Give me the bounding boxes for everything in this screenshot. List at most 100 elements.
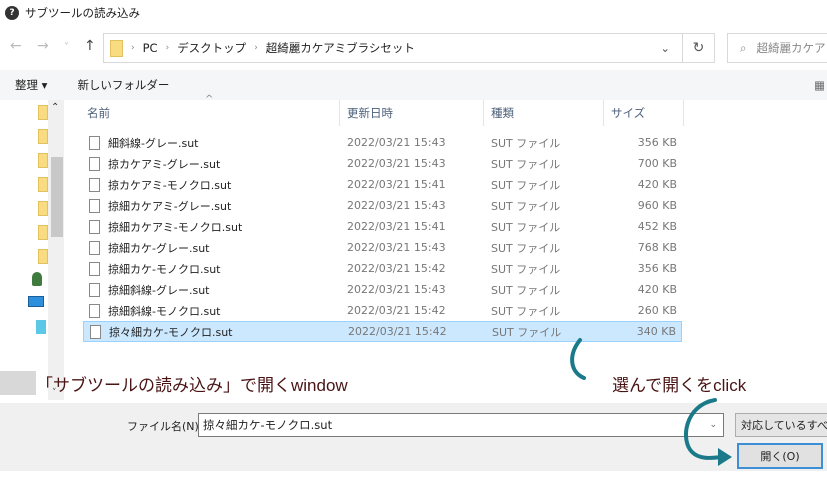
file-size: 960 KB — [637, 199, 677, 212]
search-placeholder: 超綺麗カケアミブラシセット — [756, 41, 827, 55]
file-row[interactable]: 掠細カケアミ-モノクロ.sut 2022/03/21 15:41 SUT ファイ… — [83, 216, 682, 237]
open-button[interactable]: 開く(O) — [737, 443, 823, 469]
file-type: SUT ファイル — [491, 199, 561, 213]
recent-locations-button[interactable]: ˅ — [64, 42, 69, 53]
title-bar: ? サブツールの読み込み — [0, 0, 827, 25]
column-name[interactable]: 名前 — [80, 100, 340, 126]
folder-icon[interactable] — [38, 201, 48, 216]
file-date: 2022/03/21 15:43 — [347, 157, 446, 170]
file-size: 356 KB — [637, 262, 677, 275]
file-icon — [89, 240, 100, 255]
organize-button[interactable]: 整理 ▾ — [15, 77, 47, 93]
file-name: 掠々細カケ-モノクロ.sut — [109, 325, 233, 339]
file-type: SUT ファイル — [492, 325, 562, 339]
file-row[interactable]: 掠々細カケ-モノクロ.sut 2022/03/21 15:42 SUT ファイル… — [83, 321, 682, 342]
toolbar: 整理 ▾ 新しいフォルダー ▦ — [0, 70, 827, 100]
3d-objects-icon[interactable] — [36, 320, 46, 334]
back-button[interactable]: ← — [10, 38, 22, 54]
file-date: 2022/03/21 15:41 — [347, 178, 446, 191]
annotation-highlight — [0, 371, 36, 395]
breadcrumb-folder[interactable]: 超綺麗カケアミブラシセット — [266, 40, 415, 56]
folder-icon[interactable] — [38, 225, 48, 240]
folder-icon[interactable] — [38, 249, 48, 264]
folder-icon[interactable] — [38, 129, 48, 144]
view-options-icon[interactable]: ▦ — [814, 78, 825, 92]
file-name: 掠細カケアミ-グレー.sut — [108, 199, 232, 213]
file-row[interactable]: 細斜線-グレー.sut 2022/03/21 15:43 SUT ファイル 35… — [83, 132, 682, 153]
file-type: SUT ファイル — [491, 220, 561, 234]
file-date: 2022/03/21 15:43 — [347, 136, 446, 149]
folder-icon[interactable] — [38, 105, 48, 120]
pc-icon[interactable] — [28, 296, 44, 307]
filetype-select[interactable]: 対応しているすべてのファイル — [735, 413, 827, 437]
file-row[interactable]: 掠細カケ-モノクロ.sut 2022/03/21 15:42 SUT ファイル … — [83, 258, 682, 279]
file-type: SUT ファイル — [491, 304, 561, 318]
file-date: 2022/03/21 15:43 — [347, 199, 446, 212]
file-type: SUT ファイル — [491, 178, 561, 192]
file-type: SUT ファイル — [491, 241, 561, 255]
file-icon — [89, 303, 100, 318]
breadcrumb-desktop[interactable]: デスクトップ — [177, 40, 246, 56]
scroll-up-icon[interactable]: ⌃ — [51, 102, 59, 113]
user-icon[interactable] — [32, 272, 42, 286]
folder-icon — [110, 39, 123, 57]
column-size[interactable]: サイズ — [604, 100, 684, 126]
file-size: 340 KB — [636, 325, 676, 338]
file-name: 掠カケアミ-モノクロ.sut — [108, 178, 232, 192]
file-size: 420 KB — [637, 283, 677, 296]
file-size: 768 KB — [637, 241, 677, 254]
file-date: 2022/03/21 15:41 — [347, 220, 446, 233]
file-name: 掠細カケ-モノクロ.sut — [108, 262, 221, 276]
chevron-down-icon[interactable]: ⌄ — [709, 420, 717, 430]
file-row[interactable]: 掠細斜線-モノクロ.sut 2022/03/21 15:42 SUT ファイル … — [83, 300, 682, 321]
file-date: 2022/03/21 15:42 — [347, 304, 446, 317]
file-name: 細斜線-グレー.sut — [108, 136, 199, 150]
forward-button[interactable]: → — [37, 38, 49, 54]
file-type: SUT ファイル — [491, 283, 561, 297]
file-date: 2022/03/21 15:42 — [348, 325, 447, 338]
file-row[interactable]: 掠細カケ-グレー.sut 2022/03/21 15:43 SUT ファイル 7… — [83, 237, 682, 258]
chevron-right-icon: › — [165, 43, 170, 53]
file-size: 700 KB — [637, 157, 677, 170]
file-size: 356 KB — [637, 136, 677, 149]
filename-value: 掠々細カケ-モノクロ.sut — [203, 418, 333, 432]
file-name: 掠カケアミ-グレー.sut — [108, 157, 221, 171]
file-type: SUT ファイル — [491, 157, 561, 171]
file-date: 2022/03/21 15:43 — [347, 241, 446, 254]
nav-scrollbar[interactable] — [48, 100, 64, 400]
file-row[interactable]: 掠細斜線-グレー.sut 2022/03/21 15:43 SUT ファイル 4… — [83, 279, 682, 300]
file-size: 452 KB — [637, 220, 677, 233]
folder-icon[interactable] — [38, 153, 48, 168]
file-row[interactable]: 掠細カケアミ-グレー.sut 2022/03/21 15:43 SUT ファイル… — [83, 195, 682, 216]
address-bar[interactable]: › PC › デスクトップ › 超綺麗カケアミブラシセット ⌄ — [103, 33, 683, 63]
annotation-left: 「サブツールの読み込み」で開くwindow — [36, 376, 348, 395]
file-icon — [89, 135, 100, 150]
nav-scrollbar-thumb[interactable] — [51, 157, 63, 237]
file-icon — [89, 261, 100, 276]
file-row[interactable]: 掠カケアミ-モノクロ.sut 2022/03/21 15:41 SUT ファイル… — [83, 174, 682, 195]
file-icon — [89, 177, 100, 192]
file-icon — [89, 219, 100, 234]
refresh-button[interactable]: ↻ — [682, 33, 715, 63]
file-date: 2022/03/21 15:43 — [347, 283, 446, 296]
breadcrumb-pc[interactable]: PC — [143, 41, 158, 55]
search-input[interactable]: ⌕ 超綺麗カケアミブラシセット — [727, 33, 827, 63]
file-row[interactable]: 掠カケアミ-グレー.sut 2022/03/21 15:43 SUT ファイル … — [83, 153, 682, 174]
column-date[interactable]: 更新日時 — [340, 100, 484, 126]
column-type[interactable]: 種類 — [484, 100, 604, 126]
file-date: 2022/03/21 15:42 — [347, 262, 446, 275]
file-name: 掠細カケ-グレー.sut — [108, 241, 210, 255]
file-icon — [90, 324, 101, 339]
chevron-right-icon: › — [131, 43, 135, 53]
filename-label: ファイル名(N): — [127, 420, 203, 433]
file-icon — [89, 198, 100, 213]
up-button[interactable]: ↑ — [84, 38, 96, 54]
folder-icon[interactable] — [38, 177, 48, 192]
file-size: 420 KB — [637, 178, 677, 191]
address-dropdown-icon[interactable]: ⌄ — [660, 41, 670, 55]
filename-input[interactable]: 掠々細カケ-モノクロ.sut ⌄ — [198, 413, 724, 437]
file-icon — [89, 156, 100, 171]
new-folder-button[interactable]: 新しいフォルダー — [77, 77, 169, 93]
window-title: サブツールの読み込み — [25, 5, 140, 20]
file-size: 260 KB — [637, 304, 677, 317]
